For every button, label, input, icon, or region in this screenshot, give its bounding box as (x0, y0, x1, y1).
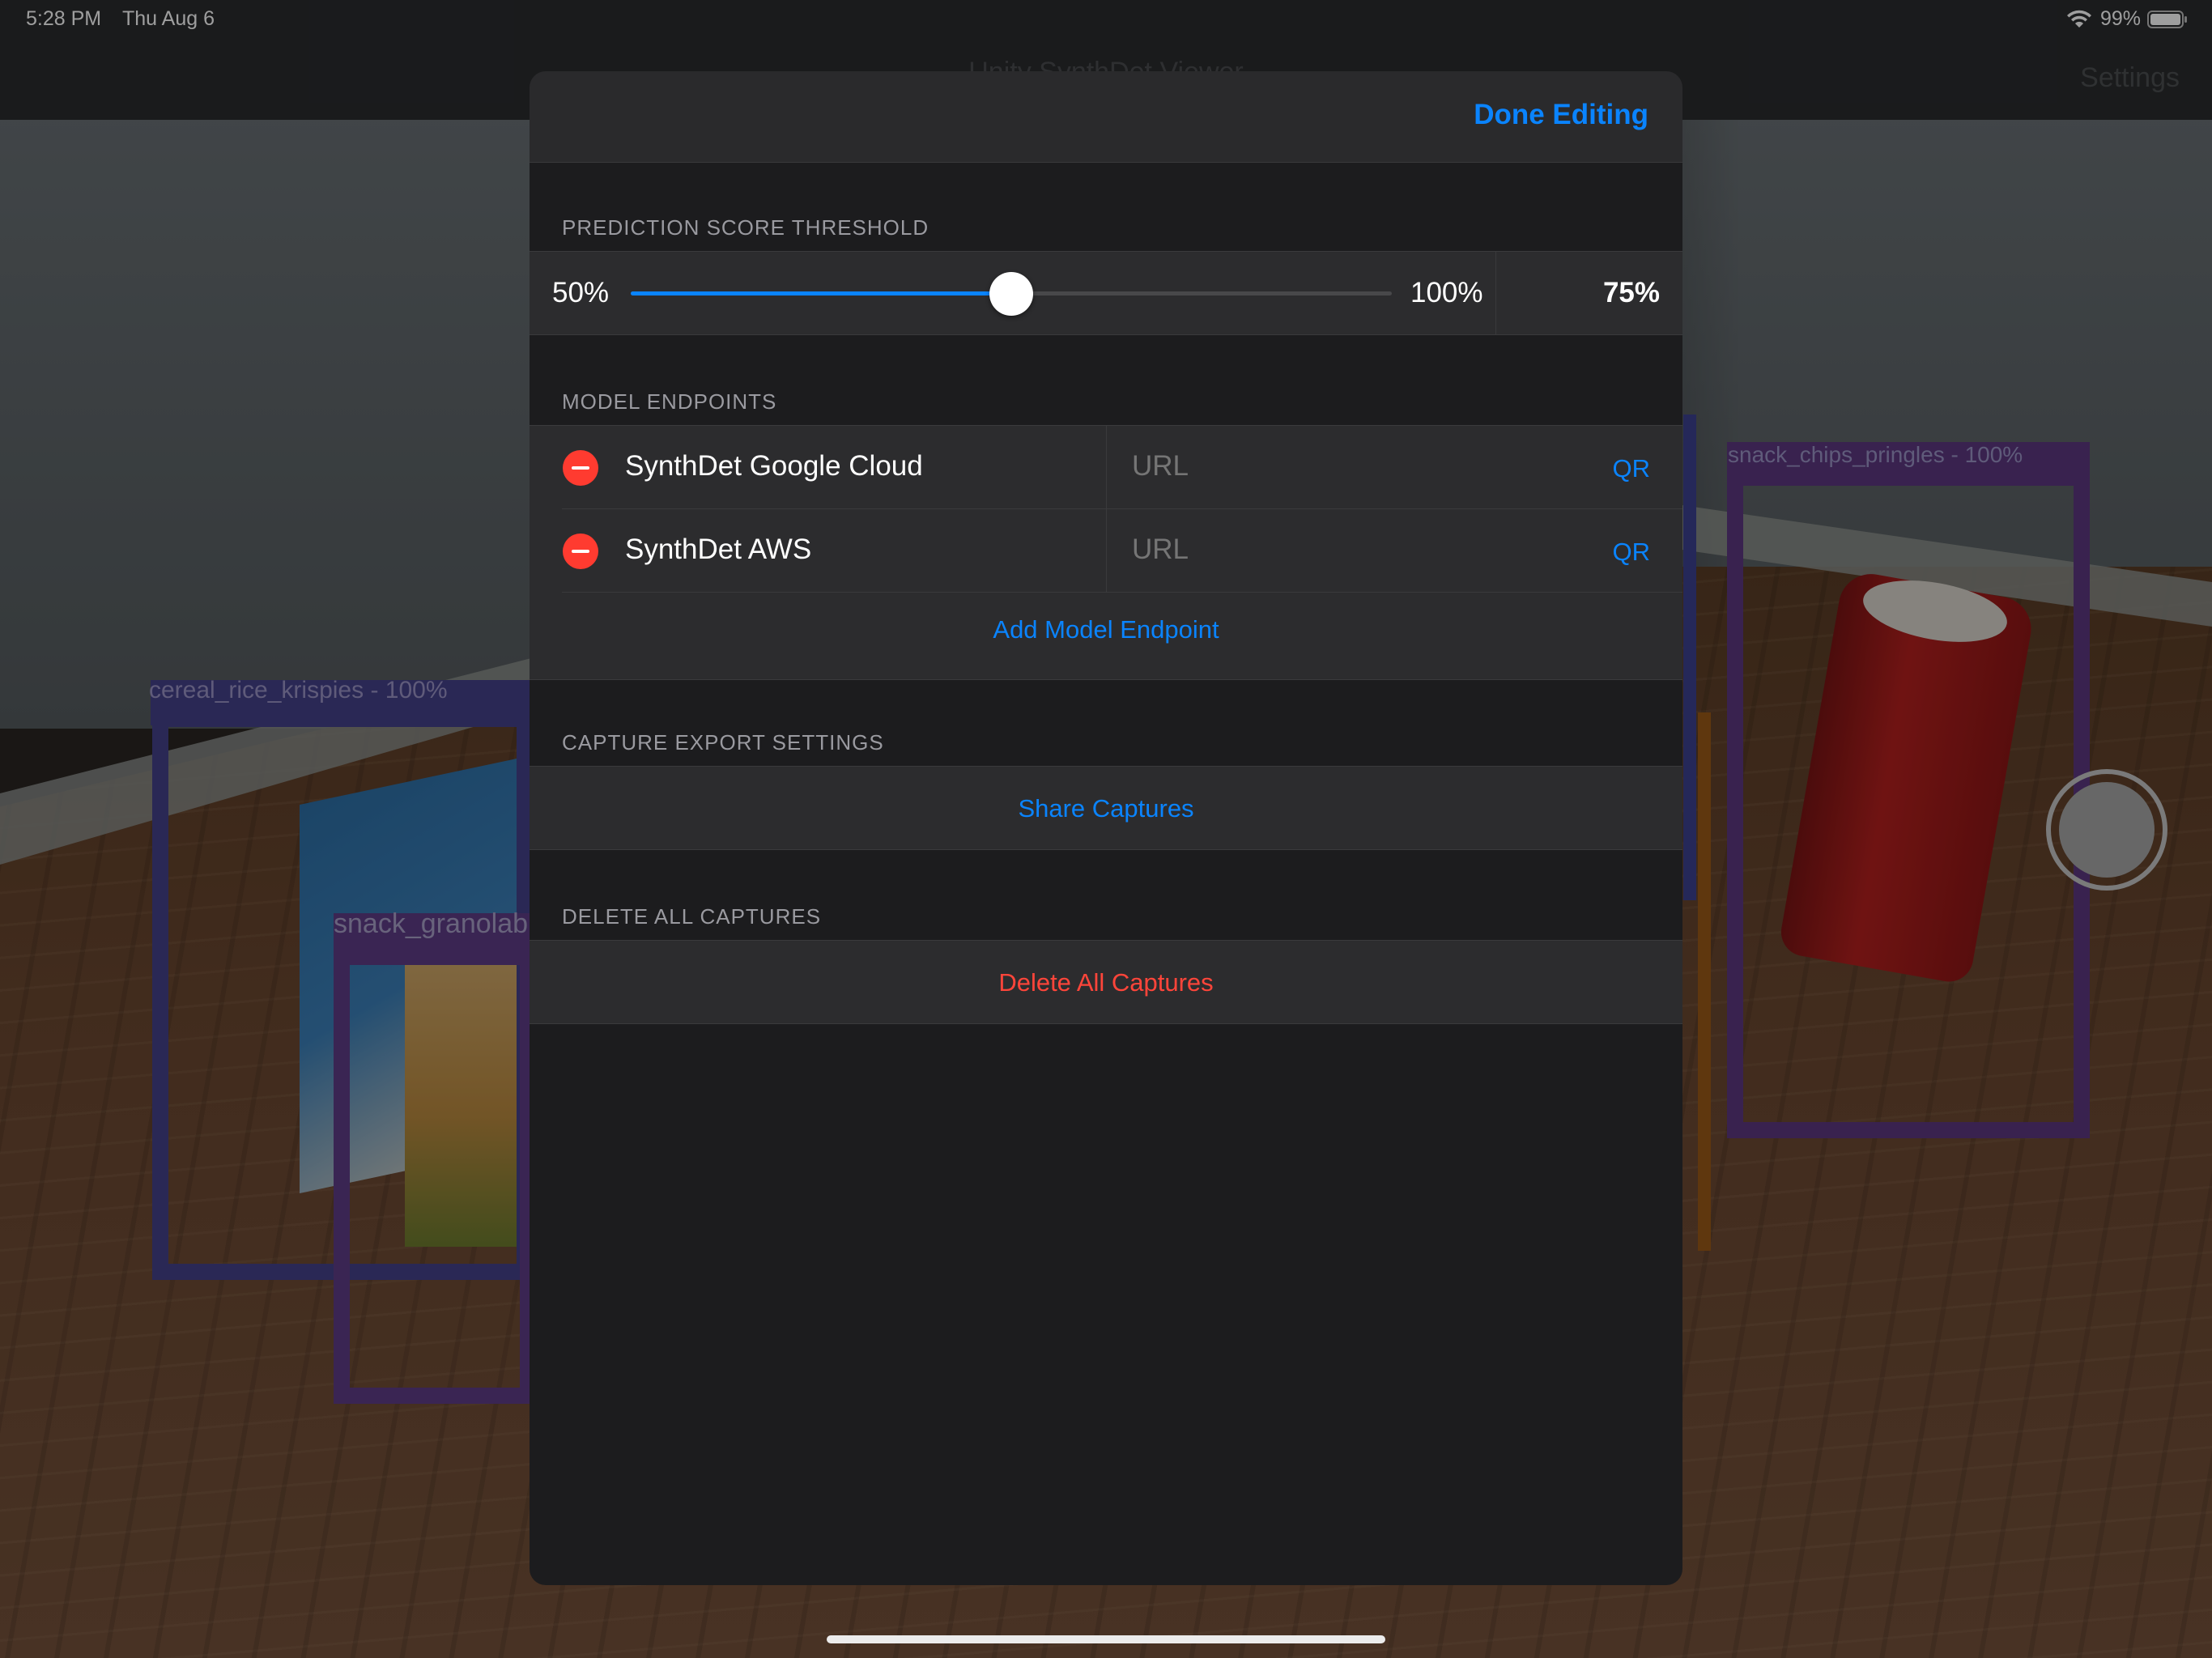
section-header-endpoints: MODEL ENDPOINTS (562, 389, 777, 414)
qr-button[interactable]: QR (1613, 538, 1651, 567)
endpoint-url-input[interactable] (1132, 534, 1585, 566)
endpoint-row: SynthDet Google Cloud QR (530, 426, 1682, 509)
slider-fill (631, 291, 1011, 295)
endpoints-group: SynthDet Google Cloud QR SynthDet AWS QR… (530, 425, 1682, 680)
settings-sheet: Done Editing PREDICTION SCORE THRESHOLD … (530, 71, 1682, 1585)
remove-endpoint-icon[interactable] (563, 450, 598, 486)
column-divider (1495, 252, 1496, 334)
done-editing-button[interactable]: Done Editing (1474, 99, 1648, 131)
threshold-row: 50% 100% 75% (530, 251, 1682, 335)
endpoint-row: SynthDet AWS QR (530, 509, 1682, 593)
column-divider (1106, 509, 1107, 592)
slider-max-label: 100% (1410, 277, 1483, 308)
endpoint-name: SynthDet AWS (625, 534, 812, 565)
home-indicator (827, 1635, 1385, 1643)
section-header-delete: DELETE ALL CAPTURES (562, 904, 822, 929)
slider-thumb[interactable] (989, 272, 1033, 316)
section-header-threshold: PREDICTION SCORE THRESHOLD (562, 215, 929, 240)
add-model-endpoint-button[interactable]: Add Model Endpoint (530, 615, 1682, 644)
row-divider (562, 592, 1682, 593)
section-header-export: CAPTURE EXPORT SETTINGS (562, 730, 884, 755)
remove-endpoint-icon[interactable] (563, 534, 598, 569)
qr-button[interactable]: QR (1613, 454, 1651, 483)
delete-all-captures-button[interactable]: Delete All Captures (530, 968, 1682, 997)
share-captures-button[interactable]: Share Captures (530, 794, 1682, 823)
sheet-header: Done Editing (530, 71, 1682, 163)
capture-button[interactable] (2046, 769, 2167, 891)
slider-min-label: 50% (552, 277, 610, 308)
endpoint-name: SynthDet Google Cloud (625, 450, 923, 482)
column-divider (1106, 426, 1107, 508)
share-row: Share Captures (530, 766, 1682, 850)
delete-row: Delete All Captures (530, 940, 1682, 1024)
endpoint-url-input[interactable] (1132, 450, 1585, 483)
threshold-value: 75% (1602, 277, 1660, 308)
threshold-slider[interactable] (631, 272, 1392, 316)
capture-button-inner (2059, 782, 2155, 878)
